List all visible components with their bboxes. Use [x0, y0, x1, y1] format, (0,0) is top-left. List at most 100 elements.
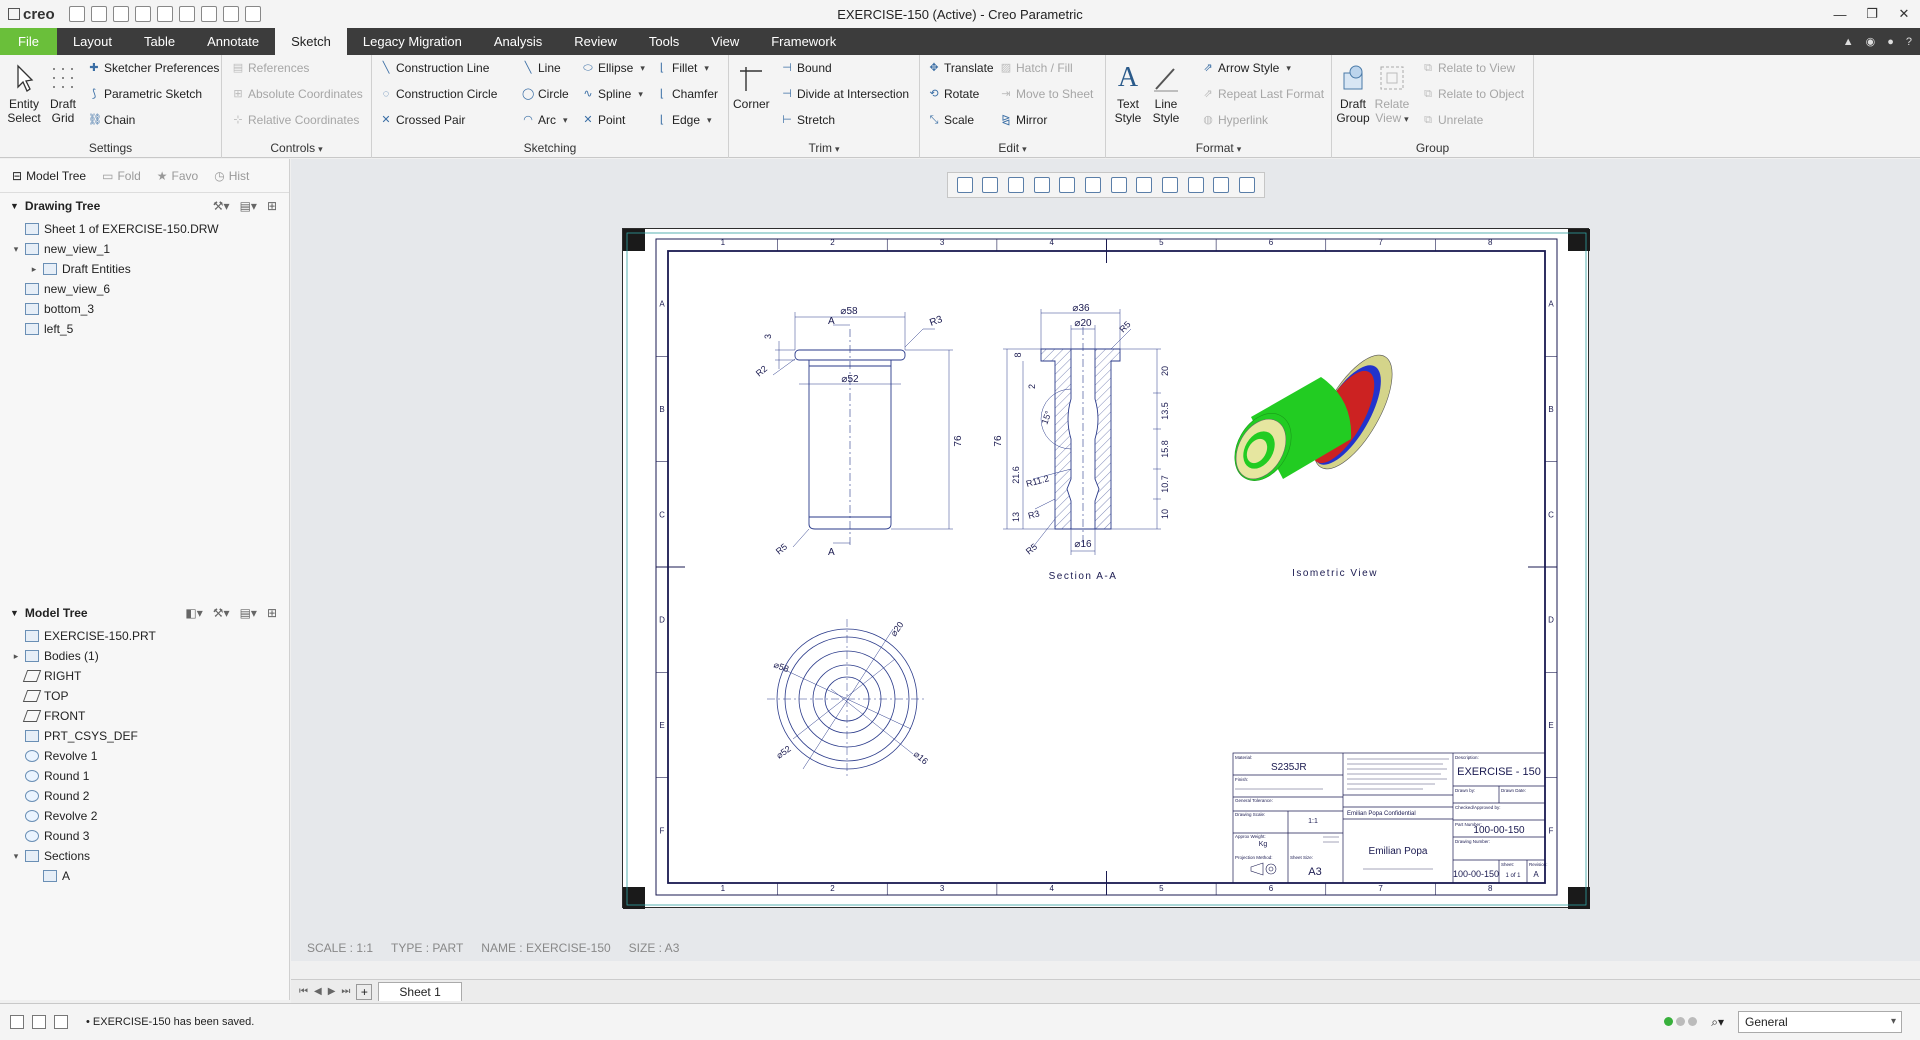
chevron-right-icon[interactable]: ▸ [28, 264, 40, 275]
drawing-tree-item[interactable]: Sheet 1 of EXERCISE-150.DRW [0, 219, 289, 239]
close-icon[interactable]: ✕ [1888, 0, 1920, 28]
minimize-icon[interactable]: — [1824, 0, 1856, 28]
translate-button[interactable]: ✥ Translate [928, 61, 993, 75]
tab-view[interactable]: View [695, 28, 755, 55]
dim-text[interactable]: ⌀52 [774, 744, 792, 761]
dim-text[interactable]: 10.7 [1160, 475, 1170, 493]
dim-text[interactable]: ⌀16 [1074, 539, 1092, 550]
drawing-tree-item[interactable]: bottom_3 [0, 299, 289, 319]
drawing-tree-header[interactable]: ▼ Drawing Tree ⚒▾ ▤▾ ⊞ [0, 193, 289, 219]
tab-sketch[interactable]: Sketch [275, 28, 347, 55]
sketcher-preferences-button[interactable]: ✚ Sketcher Preferences [88, 61, 219, 75]
divide-at-intersection-button[interactable]: ⊣ Divide at Intersection [781, 87, 909, 101]
ellipse-button[interactable]: ⬭ Ellipse ▾ [582, 61, 645, 75]
tab-review[interactable]: Review [558, 28, 633, 55]
chevron-down-icon[interactable]: ▾ [10, 851, 22, 862]
move-to-sheet-button[interactable]: ⇥ Move to Sheet [1000, 87, 1093, 101]
weight-value[interactable]: Kg [1259, 841, 1268, 848]
maximize-icon[interactable]: ❐ [1856, 0, 1888, 28]
part-number-value[interactable]: 100-00-150 [1473, 825, 1525, 836]
tab-legacy-migration[interactable]: Legacy Migration [347, 28, 478, 55]
previous-sheet-icon[interactable]: ◀ [314, 986, 322, 997]
dim-text[interactable]: R2 [754, 363, 769, 378]
close-window-icon[interactable] [244, 6, 261, 22]
model-tree-item[interactable]: EXERCISE-150.PRT [0, 626, 289, 646]
group-trim-dropdown[interactable]: Trim ▾ [729, 141, 919, 155]
model-tree-item[interactable]: RIGHT [0, 666, 289, 686]
arrow-style-button[interactable]: ⇗ Arrow Style ▾ [1202, 61, 1291, 75]
model-tree-item[interactable]: TOP [0, 686, 289, 706]
group-format-dropdown[interactable]: Format ▾ [1106, 141, 1331, 155]
point-display-icon[interactable] [1187, 177, 1204, 193]
tab-framework[interactable]: Framework [755, 28, 852, 55]
line-button[interactable]: ╲ Line [522, 61, 561, 75]
crossed-pair-button[interactable]: ✕ Crossed Pair [380, 113, 465, 127]
chamfer-button[interactable]: ⌊ Chamfer [656, 87, 718, 101]
chevron-down-icon[interactable]: ▾ [10, 244, 22, 255]
material-value[interactable]: S235JR [1271, 762, 1307, 773]
navigator-toggle-icon[interactable] [10, 1015, 24, 1029]
rotate-button[interactable]: ⟲ Rotate [928, 87, 979, 101]
fillet-button[interactable]: ⌊ Fillet ▾ [656, 61, 709, 75]
regeneration-status[interactable] [1663, 1015, 1698, 1029]
csys-display-icon[interactable] [1213, 177, 1230, 193]
tab-tools[interactable]: Tools [633, 28, 695, 55]
iso-view-title[interactable]: Isometric View [1292, 568, 1378, 579]
dim-text[interactable]: 2 [1027, 384, 1037, 389]
model-tree-header[interactable]: ▼ Model Tree ◧▾ ⚒▾ ▤▾ ⊞ [0, 600, 289, 626]
dim-text[interactable]: 13 [1011, 512, 1021, 522]
browser-toggle-icon[interactable] [32, 1015, 46, 1029]
drawing-tree-item[interactable]: new_view_6 [0, 279, 289, 299]
model-tree-item[interactable]: Round 3 [0, 826, 289, 846]
tree-settings-icon[interactable]: ⚒▾ [213, 199, 230, 213]
redo-icon[interactable] [156, 6, 173, 22]
relate-to-object-button[interactable]: ⧉ Relate to Object [1422, 87, 1524, 101]
annotation-display-icon[interactable] [1239, 177, 1256, 193]
hatch-fill-button[interactable]: ▨ Hatch / Fill [1000, 61, 1073, 75]
tab-layout[interactable]: Layout [57, 28, 128, 55]
help-icon[interactable]: ? [1906, 36, 1912, 48]
dim-text[interactable]: R5 [774, 541, 789, 556]
model-tree-item[interactable]: Round 1 [0, 766, 289, 786]
dim-text[interactable]: 76 [993, 435, 1004, 447]
tab-history[interactable]: ◷ Hist [208, 167, 255, 185]
repeat-last-format-button[interactable]: ⇗ Repeat Last Format [1202, 87, 1324, 101]
absolute-coordinates-button[interactable]: ⊞ Absolute Coordinates [232, 87, 362, 101]
tree-filter-icon[interactable]: ⊞ [267, 606, 277, 620]
sheet-value[interactable]: 1 of 1 [1505, 873, 1521, 879]
model-tree-item[interactable]: A [0, 866, 289, 886]
sheet-size-value[interactable]: A3 [1308, 866, 1321, 878]
graphics-area[interactable]: 1122334455667788AABBCCDDEEFF ⌀58 ⌀52 R3 … [291, 159, 1920, 961]
stretch-button[interactable]: ⊢ Stretch [781, 113, 835, 127]
full-screen-icon[interactable] [54, 1015, 68, 1029]
datum-display-icon[interactable] [1136, 177, 1153, 193]
dim-text[interactable]: ⌀58 [840, 306, 858, 317]
tree-filter-icon[interactable]: ⊞ [267, 199, 277, 213]
sheet-tab-1[interactable]: Sheet 1 [378, 982, 462, 1001]
dim-text[interactable]: R3 [928, 314, 944, 329]
drawing-sheet[interactable]: 1122334455667788AABBCCDDEEFF ⌀58 ⌀52 R3 … [622, 228, 1590, 909]
dim-text[interactable]: ⌀36 [1072, 303, 1090, 314]
point-button[interactable]: ✕ Point [582, 113, 625, 127]
hyperlink-button[interactable]: ◍ Hyperlink [1202, 113, 1268, 127]
line-style-button[interactable]: Line Style [1150, 61, 1182, 125]
refit-icon[interactable] [956, 177, 973, 193]
show-icon[interactable]: ◧▾ [185, 606, 202, 620]
zoom-out-icon[interactable] [1008, 177, 1025, 193]
dim-text[interactable]: R5 [1117, 319, 1132, 334]
section-arrow-label[interactable]: A [828, 316, 835, 327]
group-controls-dropdown[interactable]: Controls ▾ [222, 141, 371, 155]
tab-folder-browser[interactable]: ▭ Fold [96, 167, 147, 185]
dim-text[interactable]: ⌀20 [888, 620, 905, 638]
display-style-icon[interactable] [1059, 177, 1076, 193]
tab-model-tree[interactable]: ⊟ Model Tree [6, 167, 92, 185]
last-sheet-icon[interactable]: ⏭ [341, 986, 350, 997]
dim-text[interactable]: ⌀16 [912, 749, 930, 767]
drawing-tree-item[interactable]: ▾ new_view_1 [0, 239, 289, 259]
text-style-button[interactable]: A Text Style [1112, 61, 1144, 126]
unrelate-button[interactable]: ⧉ Unrelate [1422, 113, 1483, 127]
tree-columns-icon[interactable]: ▤▾ [240, 199, 257, 213]
drawing-tree-item[interactable]: left_5 [0, 319, 289, 339]
model-tree-item[interactable]: Round 2 [0, 786, 289, 806]
model-tree-item[interactable]: ▸ Bodies (1) [0, 646, 289, 666]
